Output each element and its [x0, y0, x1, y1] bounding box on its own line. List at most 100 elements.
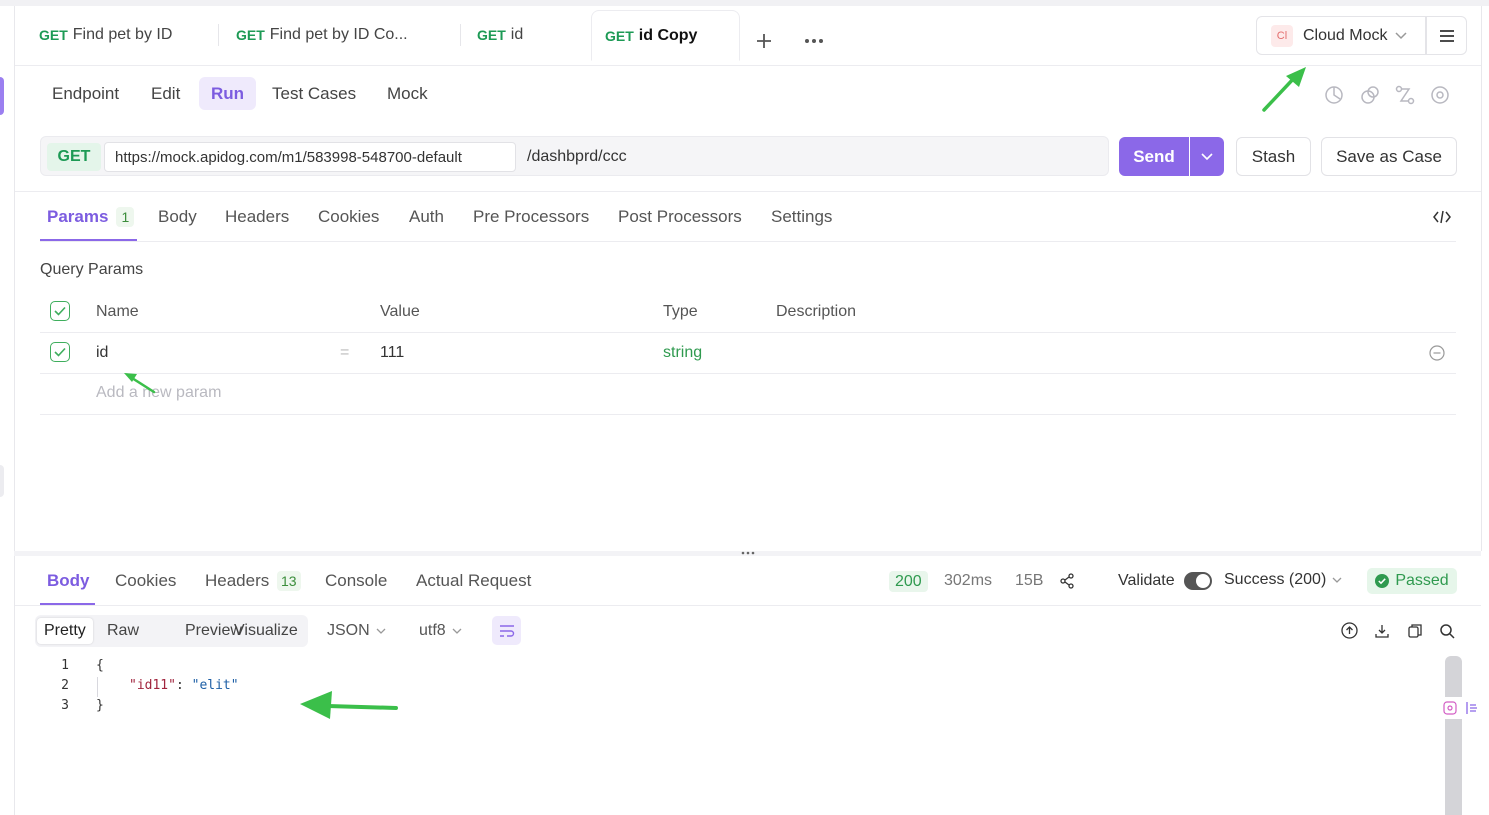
environment-selector[interactable]: Cl Cloud Mock — [1256, 16, 1426, 55]
word-wrap-button[interactable] — [492, 616, 521, 645]
view-raw[interactable]: Raw — [100, 618, 146, 644]
column-name: Name — [96, 303, 139, 320]
response-time: 302ms — [944, 572, 993, 589]
settings-icon[interactable] — [1429, 84, 1451, 106]
encoding-value: utf8 — [419, 622, 446, 639]
save-as-case-button[interactable]: Save as Case — [1321, 137, 1457, 176]
environment-badge: Cl — [1271, 24, 1293, 47]
divider — [40, 373, 1456, 374]
tab-auth[interactable]: Auth — [409, 206, 444, 228]
subtab-endpoint[interactable]: Endpoint — [40, 77, 131, 110]
flow-icon[interactable] — [1394, 84, 1416, 106]
tab-method: GET — [605, 27, 634, 44]
share-link-icon[interactable] — [1359, 84, 1381, 106]
query-params-label: Query Params — [40, 261, 144, 278]
divider — [40, 241, 1456, 242]
tab-params[interactable]: Params 1 — [47, 206, 135, 228]
headers-count-badge: 13 — [277, 571, 301, 591]
code-icon[interactable] — [1431, 207, 1453, 227]
response-tab-body[interactable]: Body — [47, 571, 90, 591]
params-count-badge: 1 — [116, 207, 135, 227]
environment-label: Cloud Mock — [1303, 26, 1388, 44]
menu-icon — [1439, 29, 1454, 42]
tab-title: id — [510, 26, 524, 43]
check-icon — [54, 306, 66, 316]
add-param-input[interactable]: Add a new param — [96, 384, 221, 402]
tab-method: GET — [477, 27, 506, 43]
subtab-run[interactable]: Run — [199, 77, 257, 110]
copy-icon[interactable] — [1405, 621, 1424, 640]
more-tabs-ellipsis-icon[interactable] — [802, 29, 826, 53]
sidebar-collapse-handle[interactable] — [0, 465, 4, 497]
select-all-checkbox[interactable] — [50, 301, 70, 321]
param-name[interactable]: id — [96, 344, 108, 362]
subtab-edit[interactable]: Edit — [139, 77, 192, 110]
tab-label: Params — [47, 207, 109, 226]
hamburger-menu-button[interactable] — [1426, 16, 1467, 55]
vertical-scrollbar[interactable] — [1445, 656, 1462, 815]
subtab-mock[interactable]: Mock — [375, 77, 440, 110]
code-line: { — [96, 658, 104, 673]
code-line: } — [96, 698, 104, 713]
param-enabled-checkbox[interactable] — [50, 342, 70, 362]
brace-close: } — [96, 698, 104, 713]
response-tab-console[interactable]: Console — [325, 571, 387, 591]
tab-find-pet-by-id-copy[interactable]: GET Find pet by ID Co... — [236, 10, 408, 60]
wrap-icon — [499, 624, 514, 637]
send-options-button[interactable] — [1190, 137, 1224, 176]
method-selector[interactable]: GET — [47, 143, 101, 171]
tab-body[interactable]: Body — [158, 206, 197, 228]
check-circle-icon — [1375, 574, 1390, 588]
json-colon: : — [175, 678, 192, 693]
tab-headers[interactable]: Headers — [225, 206, 289, 228]
tab-cookies[interactable]: Cookies — [318, 206, 379, 228]
format-select[interactable]: JSON — [327, 622, 386, 640]
tab-title: Find pet by ID Co... — [269, 26, 408, 43]
history-icon[interactable] — [1323, 84, 1345, 106]
tab-id-copy[interactable]: GET id Copy — [591, 10, 740, 61]
download-icon[interactable] — [1372, 621, 1391, 640]
drag-handle-icon[interactable] — [740, 549, 756, 557]
tab-find-pet-by-id[interactable]: GET Find pet by ID — [39, 10, 172, 60]
tab-separator — [218, 24, 219, 46]
send-button[interactable]: Send — [1119, 137, 1189, 176]
tab-post-processors[interactable]: Post Processors — [618, 206, 742, 228]
chevron-down-icon — [1201, 152, 1213, 160]
response-tab-actual-request[interactable]: Actual Request — [416, 571, 531, 591]
response-tab-cookies[interactable]: Cookies — [115, 571, 176, 591]
path-input[interactable] — [519, 142, 1099, 172]
schema-select[interactable]: Success (200) — [1224, 571, 1342, 589]
subtab-test-cases[interactable]: Test Cases — [260, 77, 368, 110]
response-tab-headers[interactable]: Headers 13 — [205, 571, 301, 591]
param-type[interactable]: string — [663, 344, 702, 362]
tab-settings[interactable]: Settings — [771, 206, 832, 228]
tab-id[interactable]: GET id — [477, 10, 523, 60]
tab-pre-processors[interactable]: Pre Processors — [473, 206, 589, 228]
column-description: Description — [776, 303, 857, 320]
left-border — [14, 6, 15, 815]
chevron-down-icon — [376, 628, 386, 634]
encoding-select[interactable]: utf8 — [419, 622, 462, 640]
upload-icon[interactable] — [1340, 621, 1359, 640]
chevron-down-icon — [452, 628, 462, 634]
search-icon[interactable] — [1437, 621, 1456, 640]
share-icon[interactable] — [1058, 572, 1076, 590]
validate-toggle[interactable] — [1184, 572, 1212, 590]
view-pretty[interactable]: Pretty — [37, 618, 93, 644]
tab-title: id Copy — [638, 26, 698, 44]
stash-button[interactable]: Stash — [1236, 137, 1311, 176]
json-key: "id11" — [129, 678, 176, 693]
check-icon — [54, 347, 66, 357]
tab-separator — [460, 24, 461, 46]
new-tab-plus-icon[interactable] — [752, 29, 776, 53]
ai-assist-icon[interactable] — [1443, 701, 1457, 715]
param-value[interactable]: 111 — [380, 344, 404, 362]
extract-icon[interactable] — [1465, 701, 1479, 715]
url-bar: GET https://mock.apidog.com/m1/583998-54… — [40, 136, 1109, 176]
format-value: JSON — [327, 622, 370, 639]
chevron-down-icon — [1332, 577, 1342, 583]
view-visualize[interactable]: Visualize — [227, 618, 305, 644]
remove-param-icon[interactable] — [1428, 344, 1446, 362]
base-url: https://mock.apidog.com/m1/583998-548700… — [104, 142, 516, 172]
response-body-viewer[interactable]: 1 { 2 "id11": "elit" 3 } — [40, 656, 1440, 815]
